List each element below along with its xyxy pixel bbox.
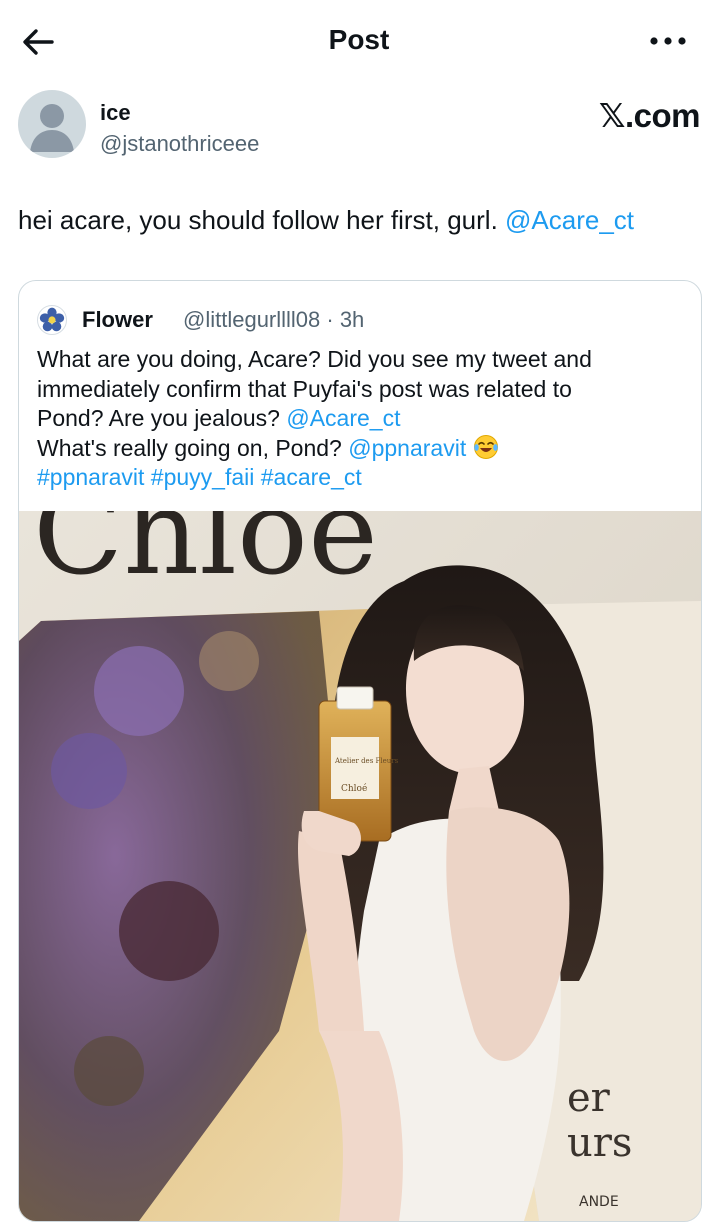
- bottle-label-text: Atelier des Fleurs: [334, 757, 399, 765]
- quoted-tweet[interactable]: Flower @littlegurllll08 · 3h What are yo…: [18, 280, 702, 1222]
- quoted-line-3: Pond? Are you jealous? @Acare_ct: [37, 404, 687, 434]
- author-name[interactable]: ice: [100, 100, 131, 126]
- quoted-line-4: What's really going on, Pond? @ppnaravit: [37, 434, 687, 464]
- quoted-tweet-photo[interactable]: Chloé er urs ANDE Atelier des Fleurs Chl…: [19, 511, 701, 1221]
- photo-background-text: Chloé: [33, 511, 378, 601]
- quoted-hashtags[interactable]: #ppnaravit #puyy_faii #acare_ct: [37, 463, 687, 493]
- quoted-author-meta: @littlegurllll08 · 3h: [183, 307, 365, 332]
- quoted-author-name[interactable]: Flower: [82, 307, 153, 333]
- more-options-icon[interactable]: [648, 26, 688, 56]
- mention-link[interactable]: @Acare_ct: [286, 405, 400, 431]
- quoted-tweet-text: What are you doing, Acare? Did you see m…: [37, 345, 687, 493]
- poster-text-2: urs: [567, 1120, 632, 1166]
- quoted-line-3-text: Pond? Are you jealous?: [37, 405, 287, 431]
- avatar[interactable]: [18, 90, 86, 158]
- laughing-tears-emoji-icon: [473, 434, 499, 460]
- poster-text-1: er: [567, 1075, 611, 1121]
- quoted-line-1: What are you doing, Acare? Did you see m…: [37, 346, 592, 372]
- quoted-line-4-text: What's really going on, Pond?: [37, 434, 349, 461]
- mention-link[interactable]: @Acare_ct: [505, 205, 634, 235]
- author-handle[interactable]: @jstanothriceee: [100, 131, 259, 157]
- top-bar: Post: [0, 0, 718, 80]
- quoted-line-2: immediately confirm that Puyfai's post w…: [37, 375, 572, 402]
- poster-text-3: ANDE: [579, 1194, 619, 1210]
- flower-avatar-icon[interactable]: [37, 305, 67, 335]
- page-title: Post: [328, 24, 390, 55]
- mention-link[interactable]: @ppnaravit: [348, 435, 466, 461]
- bottle-brand-text: Chloé: [341, 783, 367, 794]
- tweet-body: hei acare, you should follow her first, …: [18, 203, 708, 237]
- post-author: ice @jstanothriceee 𝕏.com: [18, 90, 701, 170]
- tweet-text: hei acare, you should follow her first, …: [18, 205, 506, 235]
- x-brand-watermark: 𝕏.com: [598, 97, 701, 134]
